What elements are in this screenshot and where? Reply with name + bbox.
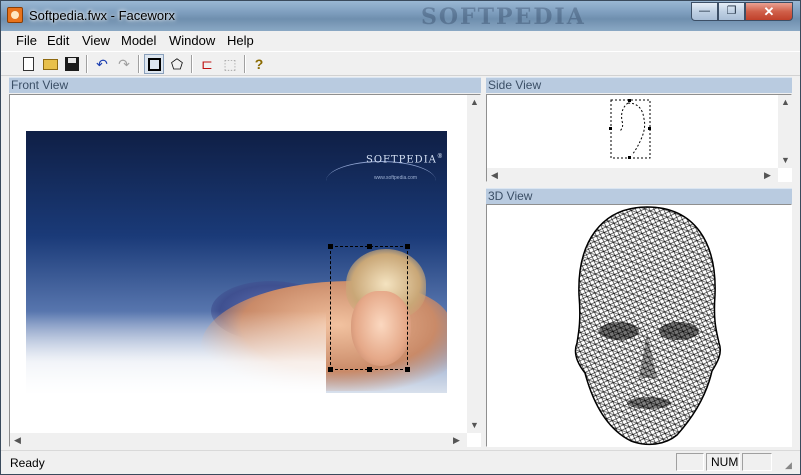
- side-profile-outline[interactable]: [608, 97, 653, 161]
- photo-site-text: www.softpedia.com: [374, 175, 418, 181]
- toolbar-separator: [191, 55, 193, 73]
- front-view-header: Front View: [9, 77, 481, 93]
- open-folder-icon: [42, 59, 58, 70]
- resize-grip[interactable]: ◢: [785, 460, 792, 471]
- status-num-indicator: NUM: [706, 453, 740, 471]
- face-selection-box[interactable]: [328, 244, 410, 372]
- photo-swoosh: [326, 161, 436, 201]
- toolbar-separator: [138, 55, 140, 73]
- scroll-up-arrow[interactable]: ▲: [781, 97, 790, 107]
- menu-bar: File Edit View Model Window Help: [1, 31, 800, 51]
- menu-view[interactable]: View: [82, 33, 110, 48]
- scroll-down-arrow[interactable]: ▼: [470, 420, 479, 430]
- menu-help[interactable]: Help: [227, 33, 254, 48]
- photo-digit-fog: [26, 311, 326, 393]
- selection-handle[interactable]: [367, 367, 372, 372]
- scroll-left-arrow[interactable]: ◀: [14, 435, 21, 446]
- status-cell-caps: [676, 453, 704, 471]
- menu-edit[interactable]: Edit: [47, 33, 69, 48]
- front-view-vscroll[interactable]: ▲ ▼: [467, 95, 481, 433]
- close-button[interactable]: ✕: [745, 2, 793, 21]
- selection-handle[interactable]: [367, 244, 372, 249]
- save-icon: [65, 57, 79, 71]
- selection-handle[interactable]: [328, 244, 333, 249]
- selection-handle[interactable]: [405, 244, 410, 249]
- help-button[interactable]: ?: [249, 54, 269, 74]
- maximize-button[interactable]: ❐: [718, 2, 745, 21]
- status-bar: Ready NUM ◢: [1, 450, 800, 474]
- redo-button[interactable]: ↷: [114, 54, 134, 74]
- new-file-button[interactable]: [18, 54, 38, 74]
- open-file-button[interactable]: [40, 54, 60, 74]
- side-view-vscroll[interactable]: ▲ ▼: [778, 95, 792, 168]
- select-tool-button[interactable]: [144, 54, 164, 74]
- app-icon[interactable]: [7, 7, 23, 23]
- select-rect-icon: [147, 58, 161, 71]
- scroll-left-arrow[interactable]: ◀: [491, 170, 498, 181]
- scroll-up-arrow[interactable]: ▲: [470, 97, 479, 107]
- menu-file[interactable]: File: [16, 33, 37, 48]
- add-point-button[interactable]: ⊏: [197, 54, 217, 74]
- side-view-hscroll[interactable]: ◀ ▶: [487, 168, 778, 182]
- scroll-down-arrow[interactable]: ▼: [781, 155, 790, 165]
- point-mode-button[interactable]: ⬚: [220, 54, 240, 74]
- undo-button[interactable]: ↶: [92, 54, 112, 74]
- menu-model[interactable]: Model: [121, 33, 156, 48]
- minimize-button[interactable]: —: [691, 2, 718, 21]
- photo-logo: SOFTPEDIA®: [366, 153, 444, 166]
- status-text: Ready: [10, 456, 45, 470]
- scroll-right-arrow[interactable]: ▶: [764, 170, 771, 181]
- menu-window[interactable]: Window: [169, 33, 215, 48]
- 3d-view-header: 3D View: [486, 188, 792, 204]
- 3d-head-wireframe[interactable]: [567, 203, 727, 447]
- save-file-button[interactable]: [62, 54, 82, 74]
- status-cell-scroll: [742, 453, 772, 471]
- side-view-header: Side View: [486, 77, 792, 93]
- toolbar-separator: [244, 55, 246, 73]
- selection-handle[interactable]: [405, 367, 410, 372]
- polygon-tool-button[interactable]: ⬠: [167, 54, 187, 74]
- toolbar: ↶ ↷ ⬠ ⊏ ⬚ ?: [1, 51, 800, 76]
- new-file-icon: [22, 57, 34, 71]
- title-bar[interactable]: Softpedia.fwx - Faceworx SOFTPEDIA — ❐ ✕: [1, 1, 800, 31]
- app-window: Softpedia.fwx - Faceworx SOFTPEDIA — ❐ ✕…: [0, 0, 801, 475]
- selection-handle[interactable]: [328, 367, 333, 372]
- front-view-hscroll[interactable]: ◀ ▶: [10, 433, 467, 447]
- window-title: Softpedia.fwx - Faceworx: [29, 8, 175, 23]
- toolbar-separator: [86, 55, 88, 73]
- scroll-right-arrow[interactable]: ▶: [453, 435, 460, 446]
- titlebar-watermark: SOFTPEDIA: [421, 4, 586, 30]
